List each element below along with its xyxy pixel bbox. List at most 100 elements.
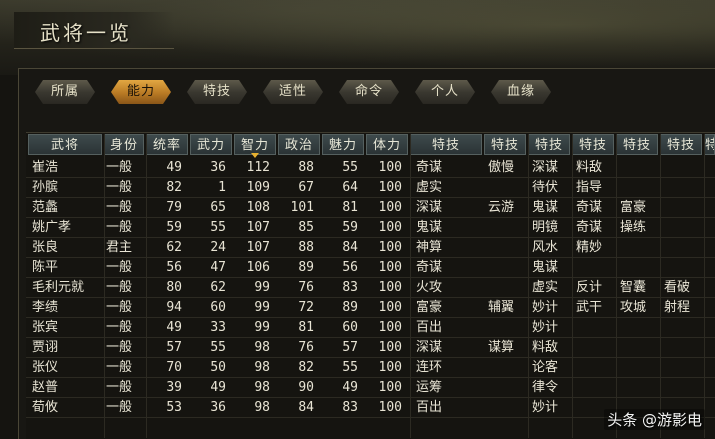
col-header-skill-1[interactable]: 特技 [410, 134, 482, 155]
watermark-text: 头条 @游影电 [604, 409, 705, 430]
table-row[interactable]: 崔浩 一般 49 36 112 88 55 100 奇谋 傲慢 深谋 料敌 [26, 158, 715, 178]
cell-hp: 100 [378, 160, 402, 175]
col-header-war[interactable]: 武力 [190, 134, 232, 155]
cell-skill: 奇谋 [576, 200, 603, 215]
cell-pol: 101 [290, 200, 314, 215]
cell-skill: 鬼谋 [416, 220, 443, 235]
cell-war: 33 [210, 320, 226, 335]
cell-int: 112 [246, 160, 270, 175]
cell-war: 65 [210, 200, 226, 215]
cell-int: 108 [246, 200, 270, 215]
table-row[interactable]: 孙膑 一般 82 1 109 67 64 100 虚实 待伏 指导 [26, 178, 715, 198]
tab-affiliation[interactable]: 所属 [35, 80, 95, 104]
cell-int: 98 [254, 340, 270, 355]
col-header-pol[interactable]: 政治 [278, 134, 320, 155]
table-row[interactable]: 李绩 一般 94 60 99 72 89 100 富豪 辅翼 妙计 武干 攻城 射程 [26, 298, 715, 318]
cell-skill [708, 398, 715, 418]
col-header-skill-5[interactable]: 特技 [616, 134, 658, 155]
cell-lead: 53 [166, 400, 182, 415]
cell-int: 99 [254, 320, 270, 335]
cell-skill [620, 178, 660, 198]
cell-skill [488, 318, 528, 338]
cell-skill [488, 378, 528, 398]
cell-skill: 精妙 [576, 240, 603, 255]
cell-hp: 100 [378, 320, 402, 335]
col-header-skill-2[interactable]: 特技 [484, 134, 526, 155]
cell-skill: 百出 [416, 400, 443, 415]
col-header-skill-7[interactable]: 特 [704, 134, 715, 155]
cell-skill: 奇谋 [416, 160, 443, 175]
cell-pol: 89 [298, 260, 314, 275]
cell-rank: 一般 [106, 340, 133, 355]
cell-war: 36 [210, 160, 226, 175]
table-row[interactable]: 毛利元就 一般 80 62 99 76 83 100 火攻 虚实 反计 智囊 看破 [26, 278, 715, 298]
table-row[interactable]: 张良 君主 62 24 107 88 84 100 神算 风水 精妙 [26, 238, 715, 258]
cell-hp: 100 [378, 380, 402, 395]
table-row[interactable]: 赵普 一般 39 49 98 90 49 100 运筹 律令 [26, 378, 715, 398]
cell-war: 36 [210, 400, 226, 415]
table-row[interactable]: 姚广孝 一般 59 55 107 85 59 100 鬼谋 明镜 奇谋 操练 [26, 218, 715, 238]
cell-name: 范蠡 [32, 200, 59, 215]
cell-hp: 100 [378, 220, 402, 235]
cell-skill [620, 318, 660, 338]
cell-int: 98 [254, 360, 270, 375]
cell-skill: 富豪 [620, 200, 647, 215]
cell-hp: 100 [378, 400, 402, 415]
col-header-hp[interactable]: 体力 [366, 134, 408, 155]
cell-pol: 76 [298, 280, 314, 295]
cell-pol: 67 [298, 180, 314, 195]
cell-int: 99 [254, 280, 270, 295]
col-header-skill-4[interactable]: 特技 [572, 134, 614, 155]
cell-skill [620, 158, 660, 178]
cell-skill: 武干 [576, 300, 603, 315]
cell-skill: 鬼谋 [532, 260, 559, 275]
cell-rank: 一般 [106, 180, 133, 195]
table-row[interactable]: 陈平 一般 56 47 106 89 56 100 奇谋 鬼谋 [26, 258, 715, 278]
cell-name: 张良 [32, 240, 59, 255]
cell-hp: 100 [378, 240, 402, 255]
tab-ability[interactable]: 能力 [111, 80, 171, 104]
table-row[interactable]: 范蠡 一般 79 65 108 101 81 100 深谋 云游 鬼谋 奇谋 富豪 [26, 198, 715, 218]
cell-skill: 律令 [532, 380, 559, 395]
cell-name: 贾诩 [32, 340, 59, 355]
tab-command[interactable]: 命令 [339, 80, 399, 104]
cell-war: 62 [210, 280, 226, 295]
cell-war: 24 [210, 240, 226, 255]
cell-skill: 连环 [416, 360, 443, 375]
cell-skill [576, 318, 616, 338]
cell-skill: 射程 [664, 300, 691, 315]
col-header-skill-6[interactable]: 特技 [660, 134, 702, 155]
col-header-int[interactable]: 智力 [234, 134, 276, 158]
cell-skill: 料敌 [532, 340, 559, 355]
table-row[interactable]: 张宾 一般 49 33 99 81 60 100 百出 妙计 [26, 318, 715, 338]
col-header-officer[interactable]: 武将 [28, 134, 102, 155]
cell-lead: 56 [166, 260, 182, 275]
cell-skill: 妙计 [532, 400, 559, 415]
cell-lead: 70 [166, 360, 182, 375]
tab-skills[interactable]: 特技 [187, 80, 247, 104]
cell-lead: 79 [166, 200, 182, 215]
tab-personal[interactable]: 个人 [415, 80, 475, 104]
cell-cha: 57 [342, 340, 358, 355]
cell-skill: 反计 [576, 280, 603, 295]
table-row[interactable]: 贾诩 一般 57 55 98 76 57 100 深谋 谋算 料敌 [26, 338, 715, 358]
cell-skill [488, 398, 528, 418]
cell-cha: 55 [342, 160, 358, 175]
cell-skill: 明镜 [532, 220, 559, 235]
col-header-rank[interactable]: 身份 [104, 134, 144, 155]
col-header-cha[interactable]: 魅力 [322, 134, 364, 155]
col-header-lead[interactable]: 统率 [146, 134, 188, 155]
tab-bloodline[interactable]: 血缘 [491, 80, 551, 104]
cell-rank: 一般 [106, 200, 133, 215]
col-header-skill-3[interactable]: 特技 [528, 134, 570, 155]
tab-aptitude[interactable]: 适性 [263, 80, 323, 104]
cell-name: 李绩 [32, 300, 59, 315]
cell-skill: 深谋 [416, 200, 443, 215]
cell-rank: 一般 [106, 360, 133, 375]
table-row[interactable]: 张仪 一般 70 50 98 82 55 100 连环 论客 [26, 358, 715, 378]
cell-hp: 100 [378, 360, 402, 375]
cell-skill [664, 198, 704, 218]
cell-skill: 火攻 [416, 280, 443, 295]
cell-skill: 鬼谋 [532, 200, 559, 215]
cell-skill [664, 358, 704, 378]
